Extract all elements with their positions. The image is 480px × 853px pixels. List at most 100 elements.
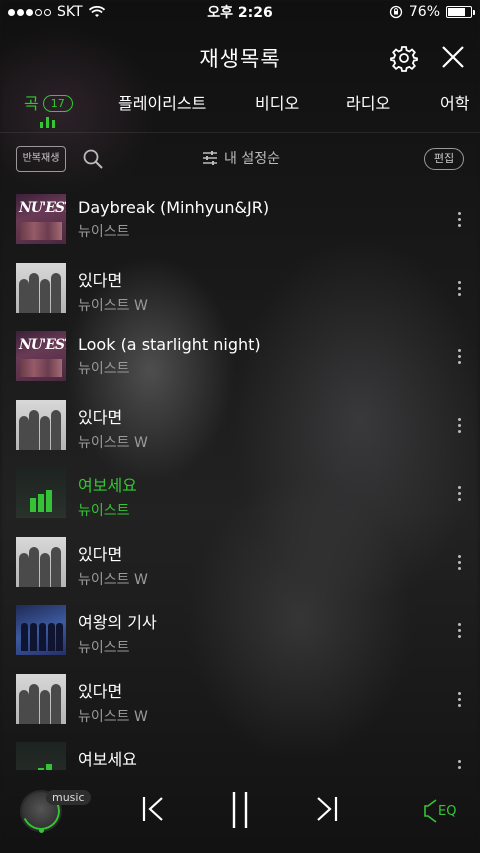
carrier-label: SKT xyxy=(57,4,83,20)
track-artist: 뉴이스트 xyxy=(78,640,130,656)
album-art-member xyxy=(30,498,36,512)
track-row[interactable]: 여보세요 xyxy=(0,734,480,770)
track-info: Daybreak (Minhyun&JR) 뉴이스트 xyxy=(78,198,269,241)
track-info: 여왕의 기사뉴이스트 xyxy=(78,609,157,657)
next-icon[interactable] xyxy=(314,794,340,824)
track-artist: 뉴이스트 xyxy=(78,361,130,377)
progress-dot xyxy=(39,828,44,833)
album-art-member xyxy=(40,278,50,313)
sort-button[interactable]: 내 설정순 xyxy=(202,148,280,168)
edit-button[interactable]: 편집 xyxy=(424,148,464,170)
status-time: 오후 2:26 xyxy=(207,5,273,21)
album-art-member xyxy=(48,623,55,651)
more-icon[interactable] xyxy=(456,280,462,299)
album-art-member xyxy=(51,683,61,724)
tab-bar: 곡 17 플레이리스트 비디오 라디오 어학 xyxy=(0,86,480,130)
divider xyxy=(0,132,480,133)
track-artist: 뉴이스트 W xyxy=(78,297,148,314)
tab-radio[interactable]: 라디오 xyxy=(346,90,390,114)
album-art: NU'EST xyxy=(16,331,66,381)
music-label: music xyxy=(46,790,91,805)
album-art-members xyxy=(20,222,62,240)
gear-icon[interactable] xyxy=(390,44,418,72)
track-title: 있다면 xyxy=(78,270,123,290)
album-art xyxy=(16,673,66,724)
album-art-member xyxy=(46,764,52,770)
album-art xyxy=(16,468,66,518)
track-row[interactable]: 여왕의 기사뉴이스트 xyxy=(0,597,480,666)
tab-songs-label: 곡 xyxy=(24,94,39,113)
song-count-badge: 17 xyxy=(42,95,73,112)
album-art-member xyxy=(29,272,39,313)
album-art-member xyxy=(39,623,46,651)
status-left: SKT xyxy=(8,4,178,20)
tab-video[interactable]: 비디오 xyxy=(255,90,299,114)
track-title: 여보세요 xyxy=(78,750,137,769)
track-artist: 뉴이스트 xyxy=(78,224,130,240)
album-art: NU'EST xyxy=(16,194,66,244)
pause-icon[interactable] xyxy=(228,790,252,830)
album-art-member xyxy=(40,689,50,724)
repeat-button[interactable]: 반복재생 xyxy=(16,146,66,172)
signal-icon xyxy=(8,8,51,16)
track-title: 있다면 xyxy=(78,407,123,427)
track-row[interactable]: NU'EST Daybreak (Minhyun&JR) 뉴이스트 xyxy=(0,186,480,255)
track-row[interactable]: 있다면뉴이스트 W xyxy=(0,392,480,461)
more-icon[interactable] xyxy=(456,212,462,230)
album-art-member xyxy=(29,409,39,450)
sort-label: 내 설정순 xyxy=(224,151,280,167)
album-art-member xyxy=(51,546,61,587)
more-icon[interactable] xyxy=(456,417,462,436)
album-art-member xyxy=(38,768,44,770)
track-artist: 뉴이스트 W xyxy=(78,434,148,451)
more-icon[interactable] xyxy=(456,760,462,770)
track-info: 있다면뉴이스트 W xyxy=(78,267,148,315)
album-art-member xyxy=(29,683,39,724)
list-toolbar: 반복재생 내 설정순 편집 xyxy=(0,142,480,178)
battery-icon xyxy=(446,6,475,18)
track-info: Look (a starlight night) 뉴이스트 xyxy=(78,335,261,378)
album-art-member xyxy=(40,415,50,450)
track-info: 있다면 뉴이스트 W xyxy=(78,541,148,589)
more-icon[interactable] xyxy=(456,554,462,573)
track-row[interactable]: 있다면뉴이스트 W xyxy=(0,255,480,324)
track-row[interactable]: NU'EST Look (a starlight night) 뉴이스트 xyxy=(0,323,480,392)
album-art-member xyxy=(19,552,29,587)
sliders-icon xyxy=(203,151,217,165)
track-title: 여보세요 xyxy=(78,476,137,495)
more-icon[interactable] xyxy=(456,691,462,710)
track-row[interactable]: 여보세요뉴이스트 xyxy=(0,460,480,529)
wifi-icon xyxy=(88,6,105,17)
album-art-member xyxy=(40,552,50,587)
album-logo-text: NU'EST xyxy=(19,200,66,216)
album-art-member xyxy=(51,409,61,450)
track-artist: 뉴이스트 xyxy=(78,503,130,519)
more-icon[interactable] xyxy=(456,349,462,367)
more-icon[interactable] xyxy=(456,486,462,504)
battery-percent: 76% xyxy=(408,4,440,20)
album-art xyxy=(16,742,66,770)
tab-playlist[interactable]: 플레이리스트 xyxy=(118,90,206,114)
track-title: 여왕의 기사 xyxy=(78,613,157,632)
track-info: 여보세요뉴이스트 xyxy=(78,472,137,520)
track-row[interactable]: 있다면 뉴이스트 W xyxy=(0,666,480,735)
eq-button[interactable]: EQ xyxy=(424,798,456,824)
eq-label: EQ xyxy=(438,803,457,819)
previous-icon[interactable] xyxy=(140,794,166,824)
album-art-member xyxy=(19,278,29,313)
track-list: NU'ESTDaybreak (Minhyun&JR)뉴이스트있다면뉴이스트 W… xyxy=(0,186,480,770)
track-artist: 뉴이스트 W xyxy=(78,571,148,588)
more-icon[interactable] xyxy=(456,623,462,641)
album-art-member xyxy=(29,546,39,587)
track-info: 있다면 뉴이스트 W xyxy=(78,678,148,726)
tab-songs[interactable]: 곡 17 xyxy=(24,90,73,114)
header: 재생목록 xyxy=(0,36,480,80)
close-icon[interactable] xyxy=(440,44,466,70)
album-art-member xyxy=(19,689,29,724)
track-info: 여보세요 xyxy=(78,746,137,770)
track-row[interactable]: 있다면 뉴이스트 W xyxy=(0,529,480,598)
tab-language[interactable]: 어학 xyxy=(440,90,469,114)
album-art xyxy=(16,536,66,587)
status-right: 76% xyxy=(302,4,475,20)
search-icon[interactable] xyxy=(82,148,104,170)
